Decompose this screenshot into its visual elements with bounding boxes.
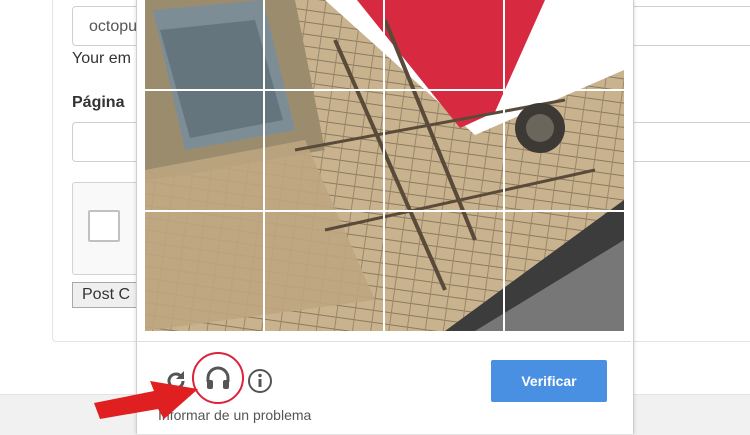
recaptcha-checkbox[interactable] <box>88 210 120 242</box>
verify-button[interactable]: Verificar <box>491 360 607 402</box>
grid-divider <box>383 0 385 331</box>
pointer-arrow-icon <box>94 381 198 419</box>
info-icon[interactable] <box>246 367 274 395</box>
challenge-image-grid[interactable] <box>145 0 624 331</box>
grid-divider <box>263 0 265 331</box>
captcha-footer-divider <box>137 341 631 342</box>
grid-divider <box>503 0 505 331</box>
grid-divider <box>145 89 624 91</box>
email-hint: Your em <box>72 50 131 67</box>
grid-divider <box>145 210 624 212</box>
page-field-label: Página <box>72 94 125 111</box>
